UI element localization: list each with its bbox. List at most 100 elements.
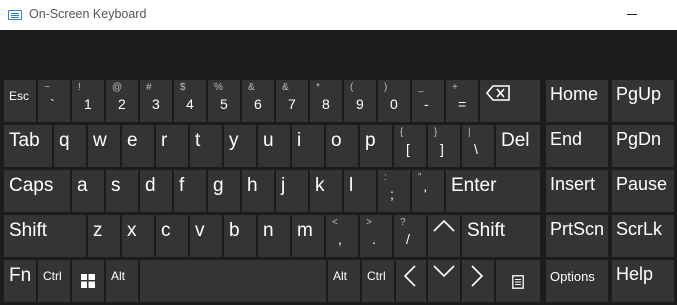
key-f[interactable]: f (174, 170, 206, 212)
key-j[interactable]: j (276, 170, 308, 212)
key-up-arrow[interactable] (428, 215, 460, 257)
key-9[interactable]: (9 (344, 80, 376, 122)
key-shift-right[interactable]: Shift (462, 215, 540, 257)
key-m[interactable]: m (292, 215, 324, 257)
key-a[interactable]: a (72, 170, 104, 212)
key-ctrl-left[interactable]: Ctrl (38, 260, 70, 302)
key-del[interactable]: Del (496, 125, 540, 167)
key-left-bracket[interactable]: {[ (394, 125, 426, 167)
key-7[interactable]: & 7 (276, 80, 308, 122)
key-label: l (349, 175, 354, 196)
key-label: i (297, 130, 302, 151)
key-c[interactable]: c (156, 215, 188, 257)
key-period[interactable]: >. (360, 215, 392, 257)
key-ctrl-right[interactable]: Ctrl (362, 260, 394, 302)
key-space[interactable] (140, 260, 326, 302)
key-3[interactable]: #3 (140, 80, 172, 122)
key-label: f (179, 175, 185, 196)
key-right-arrow[interactable] (462, 260, 494, 302)
keyboard-drag-area[interactable] (0, 30, 677, 78)
key-label: m (297, 220, 313, 241)
minimize-button[interactable] (615, 0, 649, 30)
key-apostrophe[interactable]: " ' (412, 170, 444, 212)
key-backslash[interactable]: | \ (462, 125, 494, 167)
key-alt-right[interactable]: Alt (328, 260, 360, 302)
key-8[interactable]: * 8 (310, 80, 342, 122)
key-p[interactable]: p (360, 125, 392, 167)
key-alt-left[interactable]: Alt (106, 260, 138, 302)
key-end[interactable]: End (546, 125, 608, 167)
key-4[interactable]: $4 (174, 80, 206, 122)
key-g[interactable]: g (208, 170, 240, 212)
key-backtick[interactable]: ~ ` (38, 80, 70, 122)
key-tab[interactable]: Tab (4, 125, 52, 167)
key-shift-label: & (282, 82, 289, 93)
key-windows[interactable] (72, 260, 104, 302)
key-semicolon[interactable]: :; (378, 170, 410, 212)
key-q[interactable]: q (54, 125, 86, 167)
key-label: 4 (186, 96, 194, 112)
key-6[interactable]: & 6 (242, 80, 274, 122)
key-label: 6 (254, 96, 262, 112)
key-shift-label: ? (400, 217, 406, 228)
key-y[interactable]: y (224, 125, 256, 167)
key-slash[interactable]: ? / (394, 215, 426, 257)
key-equals[interactable]: + = (446, 80, 478, 122)
key-i[interactable]: i (292, 125, 324, 167)
key-options[interactable]: Options (546, 260, 608, 302)
key-b[interactable]: b (224, 215, 256, 257)
key-label: v (195, 220, 205, 241)
key-esc[interactable]: Esc (4, 80, 36, 122)
key-e[interactable]: e (122, 125, 154, 167)
key-s[interactable]: s (106, 170, 138, 212)
key-help[interactable]: Help (612, 260, 674, 302)
key-caps[interactable]: Caps (4, 170, 70, 212)
key-pause[interactable]: Pause (612, 170, 674, 212)
key-z[interactable]: z (88, 215, 120, 257)
key-u[interactable]: u (258, 125, 290, 167)
key-shift-label: # (146, 82, 152, 93)
key-h[interactable]: h (242, 170, 274, 212)
key-left-arrow[interactable] (396, 260, 426, 302)
key-5[interactable]: % 5 (208, 80, 240, 122)
key-fn[interactable]: Fn (4, 260, 36, 302)
key-label: n (263, 220, 274, 241)
key-label: r (161, 130, 168, 151)
key-label: w (93, 130, 107, 151)
key-pgup[interactable]: PgUp (612, 80, 674, 122)
key-label: 2 (118, 96, 126, 112)
key-scrlk[interactable]: ScrLk (612, 215, 674, 257)
key-shift-label: " (418, 172, 422, 183)
key-label: ' (424, 186, 427, 202)
key-v[interactable]: v (190, 215, 222, 257)
key-l[interactable]: l (344, 170, 376, 212)
key-right-bracket[interactable]: }] (428, 125, 460, 167)
key-r[interactable]: r (156, 125, 188, 167)
key-home[interactable]: Home (546, 80, 608, 122)
key-w[interactable]: w (88, 125, 120, 167)
key-minus[interactable]: _ - (412, 80, 444, 122)
key-label: g (213, 175, 224, 196)
key-down-arrow[interactable] (428, 260, 460, 302)
key-backspace[interactable] (480, 80, 540, 122)
key-d[interactable]: d (140, 170, 172, 212)
key-x[interactable]: x (122, 215, 154, 257)
key-comma[interactable]: <, (326, 215, 358, 257)
key-n[interactable]: n (258, 215, 290, 257)
key-t[interactable]: t (190, 125, 222, 167)
key-menu[interactable] (496, 260, 540, 302)
key-pgdn[interactable]: PgDn (612, 125, 674, 167)
key-prtscn[interactable]: PrtScn (546, 215, 608, 257)
key-k[interactable]: k (310, 170, 342, 212)
key-label: Del (501, 130, 530, 151)
key-o[interactable]: o (326, 125, 358, 167)
key-label: s (111, 175, 121, 196)
key-1[interactable]: ! 1 (72, 80, 104, 122)
context-menu-icon (512, 275, 524, 289)
key-shift-left[interactable]: Shift (4, 215, 86, 257)
key-2[interactable]: @2 (106, 80, 138, 122)
key-insert[interactable]: Insert (546, 170, 608, 212)
key-label: Options (550, 269, 595, 284)
key-enter[interactable]: Enter (446, 170, 540, 212)
key-0[interactable]: ) 0 (378, 80, 410, 122)
